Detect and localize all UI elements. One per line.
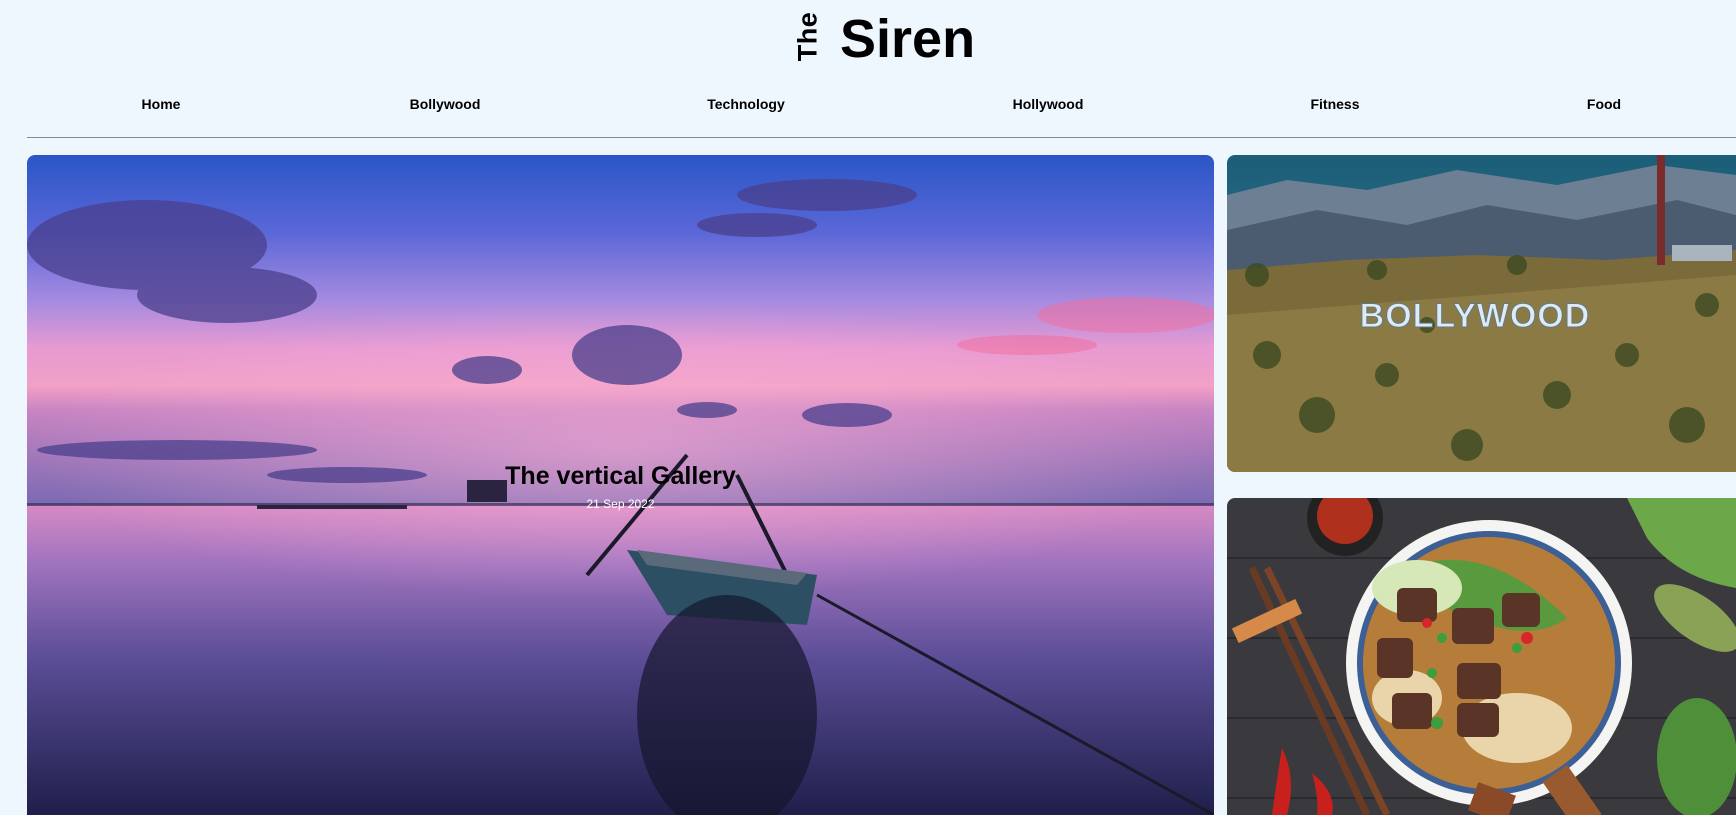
nav-home[interactable]: Home xyxy=(142,92,181,116)
noodle-soup-image xyxy=(1227,498,1736,815)
bollywood-sign-text: BOLLYWOOD xyxy=(1360,297,1591,335)
nav-hollywood[interactable]: Hollywood xyxy=(1013,92,1084,116)
main-nav: Home Bollywood Technology Hollywood Fitn… xyxy=(0,92,1736,118)
nav-technology[interactable]: Technology xyxy=(707,92,785,116)
bollywood-feature-card[interactable]: BOLLYWOOD xyxy=(1227,155,1736,472)
hero-title[interactable]: The vertical Gallery xyxy=(27,462,1214,491)
nav-food[interactable]: Food xyxy=(1587,92,1621,116)
site-logo[interactable]: The Siren xyxy=(0,0,1736,76)
hero-feature-card[interactable]: The vertical Gallery 21 Sep 2022 xyxy=(27,155,1214,815)
nav-fitness[interactable]: Fitness xyxy=(1310,92,1359,116)
logo-prefix: The xyxy=(792,11,823,61)
food-feature-card[interactable] xyxy=(1227,498,1736,815)
nav-bollywood[interactable]: Bollywood xyxy=(410,92,481,116)
logo-name: Siren xyxy=(840,9,976,69)
hero-date: 21 Sep 2022 xyxy=(586,497,655,511)
nav-divider xyxy=(27,137,1736,138)
bollywood-sign-image: BOLLYWOOD xyxy=(1227,155,1736,472)
